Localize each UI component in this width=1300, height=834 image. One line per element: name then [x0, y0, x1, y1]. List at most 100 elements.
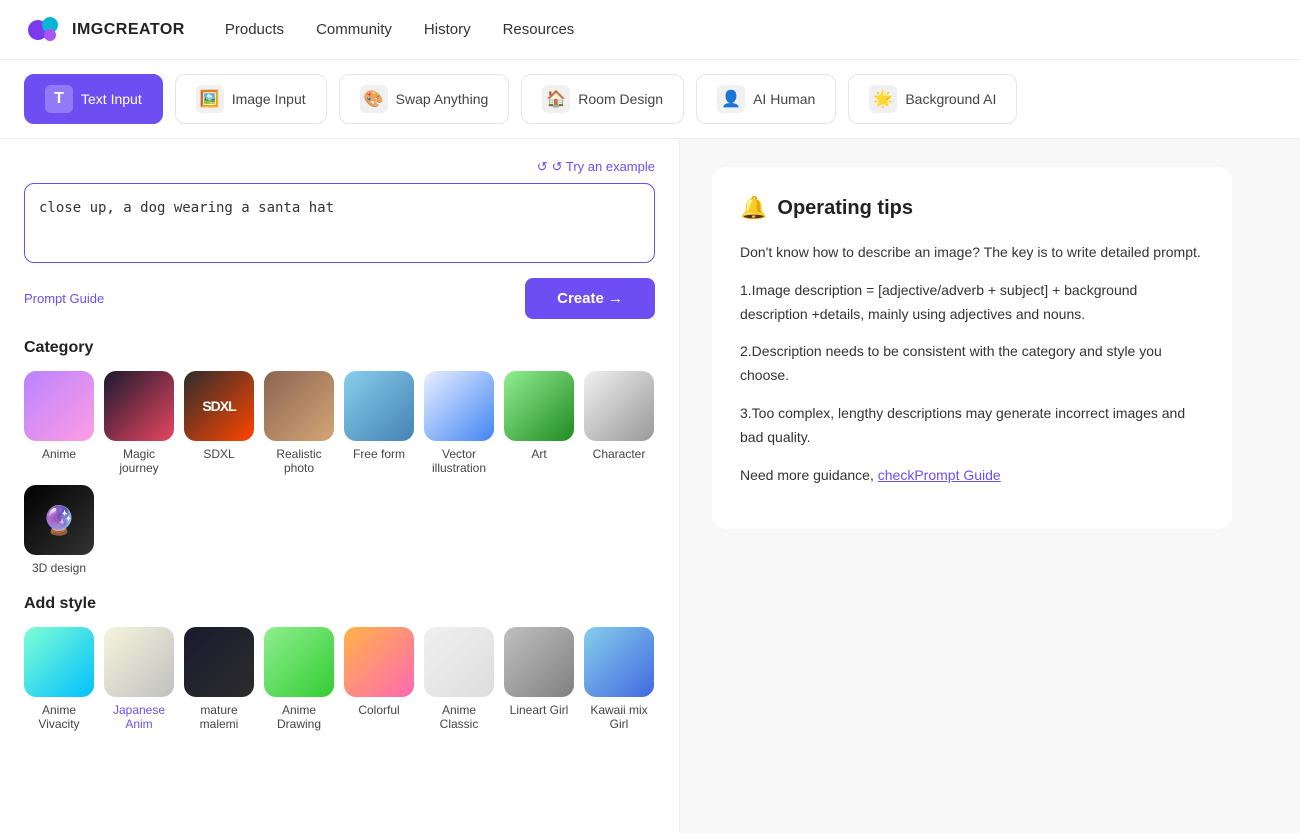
style-item-kawaii[interactable]: Kawaii mix Girl — [584, 627, 654, 731]
tab-background-ai-label: Background AI — [905, 91, 996, 107]
style-label-anime-vivacity: Anime Vivacity — [24, 703, 94, 731]
tab-swap-anything[interactable]: 🎨 Swap Anything — [339, 74, 510, 124]
style-label-lineart-girl: Lineart Girl — [510, 703, 569, 717]
category-label-realistic: Realistic photo — [264, 447, 334, 475]
tab-ai-human[interactable]: 👤 AI Human — [696, 74, 836, 124]
tab-swap-anything-label: Swap Anything — [396, 91, 489, 107]
category-item-3d[interactable]: 🔮 3D design — [24, 485, 94, 575]
tips-text-3: 2.Description needs to be consistent wit… — [740, 340, 1204, 388]
tips-text-5-prefix: Need more guidance, — [740, 467, 878, 483]
category-thumb-realistic — [264, 371, 334, 441]
style-label-kawaii: Kawaii mix Girl — [584, 703, 654, 731]
tips-text-5: Need more guidance, checkPrompt Guide — [740, 464, 1204, 488]
category-thumb-3d: 🔮 — [24, 485, 94, 555]
logo-icon — [24, 10, 64, 50]
style-label-japanese-anim: Japanese Anim — [104, 703, 174, 731]
style-section: Add style Anime Vivacity Japanese Anim m… — [24, 595, 655, 731]
swap-anything-icon: 🎨 — [360, 85, 388, 113]
category-label-magic: Magic journey — [104, 447, 174, 475]
nav-community[interactable]: Community — [316, 21, 392, 38]
nav-resources[interactable]: Resources — [503, 21, 575, 38]
category-item-art[interactable]: Art — [504, 371, 574, 475]
category-item-vector[interactable]: Vector illustration — [424, 371, 494, 475]
style-item-colorful[interactable]: Colorful — [344, 627, 414, 731]
style-label-colorful: Colorful — [358, 703, 399, 717]
category-section: Category Anime Magic journey SDXL SDXL R… — [24, 339, 655, 575]
header: IMGCREATOR Products Community History Re… — [0, 0, 1300, 60]
tips-title-text: Operating tips — [777, 197, 913, 220]
style-item-lineart-girl[interactable]: Lineart Girl — [504, 627, 574, 731]
tab-background-ai[interactable]: 🌟 Background AI — [848, 74, 1017, 124]
style-thumb-kawaii — [584, 627, 654, 697]
prompt-guide-link[interactable]: Prompt Guide — [24, 291, 104, 306]
background-ai-icon: 🌟 — [869, 85, 897, 113]
style-title: Add style — [24, 595, 655, 613]
style-label-mature-malemi: mature malemi — [184, 703, 254, 731]
tips-text-1: Don't know how to describe an image? The… — [740, 241, 1204, 265]
category-item-sdxl[interactable]: SDXL SDXL — [184, 371, 254, 475]
ai-human-icon: 👤 — [717, 85, 745, 113]
category-label-3d: 3D design — [32, 561, 86, 575]
tab-image-input[interactable]: 🖼️ Image Input — [175, 74, 327, 124]
main-nav: Products Community History Resources — [225, 21, 574, 38]
image-input-icon: 🖼️ — [196, 85, 224, 113]
category-label-vector: Vector illustration — [424, 447, 494, 475]
tab-text-input-label: Text Input — [81, 91, 142, 107]
create-label: Create → — [557, 290, 623, 307]
tab-text-input[interactable]: T Text Input — [24, 74, 163, 124]
style-thumb-anime-vivacity — [24, 627, 94, 697]
style-thumb-mature-malemi — [184, 627, 254, 697]
tab-ai-human-label: AI Human — [753, 91, 815, 107]
tab-room-design[interactable]: 🏠 Room Design — [521, 74, 684, 124]
category-item-anime[interactable]: Anime — [24, 371, 94, 475]
style-item-anime-vivacity[interactable]: Anime Vivacity — [24, 627, 94, 731]
category-item-free[interactable]: Free form — [344, 371, 414, 475]
style-thumb-anime-drawing — [264, 627, 334, 697]
text-input-icon: T — [45, 85, 73, 113]
category-title: Category — [24, 339, 655, 357]
category-item-character[interactable]: Character — [584, 371, 654, 475]
category-thumb-art — [504, 371, 574, 441]
refresh-icon: ↺ — [537, 159, 548, 175]
category-label-free: Free form — [353, 447, 405, 461]
check-prompt-guide-link[interactable]: checkPrompt Guide — [878, 467, 1001, 483]
tool-tabs-bar: T Text Input 🖼️ Image Input 🎨 Swap Anyth… — [0, 60, 1300, 139]
create-button[interactable]: Create → — [525, 278, 655, 319]
category-thumb-sdxl: SDXL — [184, 371, 254, 441]
style-label-anime-drawing: Anime Drawing — [264, 703, 334, 731]
tab-room-design-label: Room Design — [578, 91, 663, 107]
category-grid: Anime Magic journey SDXL SDXL Realistic … — [24, 371, 655, 575]
style-thumb-colorful — [344, 627, 414, 697]
prompt-textarea[interactable]: close up, a dog wearing a santa hat — [24, 183, 655, 263]
category-label-anime: Anime — [42, 447, 76, 461]
try-example-label: ↺ Try an example — [552, 159, 655, 175]
style-item-japanese-anim[interactable]: Japanese Anim — [104, 627, 174, 731]
category-thumb-free — [344, 371, 414, 441]
style-item-anime-drawing[interactable]: Anime Drawing — [264, 627, 334, 731]
category-thumb-vector — [424, 371, 494, 441]
nav-products[interactable]: Products — [225, 21, 284, 38]
logo[interactable]: IMGCREATOR — [24, 10, 185, 50]
style-label-anime-classic: Anime Classic — [424, 703, 494, 731]
tab-image-input-label: Image Input — [232, 91, 306, 107]
right-panel: 🔔 Operating tips Don't know how to descr… — [680, 139, 1300, 833]
left-panel: ↺ ↺ Try an example close up, a dog weari… — [0, 139, 680, 833]
try-example-button[interactable]: ↺ ↺ Try an example — [537, 159, 655, 175]
logo-text: IMGCREATOR — [72, 21, 185, 39]
category-label-sdxl: SDXL — [203, 447, 234, 461]
style-item-anime-classic[interactable]: Anime Classic — [424, 627, 494, 731]
category-item-realistic[interactable]: Realistic photo — [264, 371, 334, 475]
category-label-character: Character — [593, 447, 646, 461]
category-thumb-anime — [24, 371, 94, 441]
style-thumb-lineart-girl — [504, 627, 574, 697]
category-item-magic[interactable]: Magic journey — [104, 371, 174, 475]
style-item-mature-malemi[interactable]: mature malemi — [184, 627, 254, 731]
try-example-row: ↺ ↺ Try an example — [24, 159, 655, 175]
category-thumb-character — [584, 371, 654, 441]
style-thumb-anime-classic — [424, 627, 494, 697]
nav-history[interactable]: History — [424, 21, 471, 38]
bell-icon: 🔔 — [740, 195, 767, 221]
tips-title-row: 🔔 Operating tips — [740, 195, 1204, 221]
style-thumb-japanese-anim — [104, 627, 174, 697]
actions-row: Prompt Guide Create → — [24, 278, 655, 319]
